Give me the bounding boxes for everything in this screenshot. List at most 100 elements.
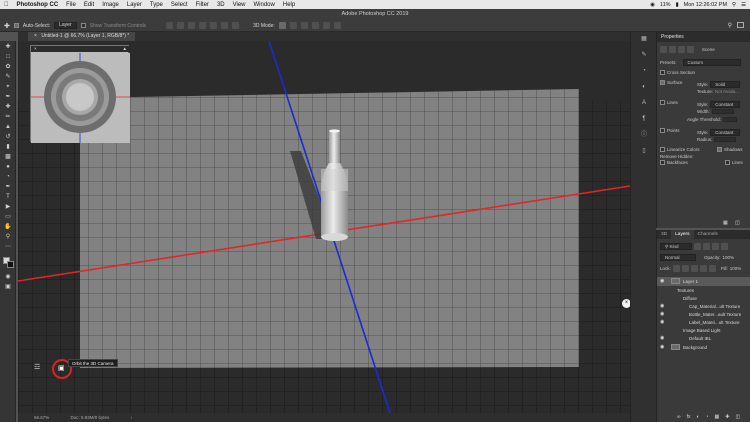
tab-layers[interactable]: Layers (671, 230, 694, 239)
color-panel-icon[interactable]: ◔ (640, 68, 648, 75)
close-secondary-view-icon[interactable]: × (34, 46, 37, 51)
layer-row[interactable]: ◉ Bottle_Mater...ault Texture (657, 311, 750, 318)
shadows-checkbox[interactable] (717, 147, 722, 152)
delete-icon[interactable]: ◫ (735, 220, 740, 226)
backfaces-checkbox[interactable] (660, 160, 665, 165)
roll-3d-icon[interactable] (289, 22, 297, 29)
lock-paint-icon[interactable] (681, 265, 689, 272)
zoom-tool-icon[interactable]: ⚲ (3, 233, 13, 241)
menu-app[interactable]: Photoshop CC (17, 2, 59, 8)
adjustments-panel-icon[interactable]: ◐ (640, 84, 648, 91)
lines-hidden-checkbox[interactable] (725, 160, 730, 165)
surface-style-dropdown[interactable]: Solid (710, 81, 741, 88)
eyedropper-tool-icon[interactable]: ✒ (3, 93, 13, 101)
video-camera-icon[interactable] (333, 22, 341, 29)
align-right-icon[interactable] (188, 22, 196, 29)
close-tab-icon[interactable]: × (34, 33, 37, 39)
lines-style-dropdown[interactable]: Constant (710, 101, 741, 108)
menu-list-icon[interactable]: ☰ (741, 2, 746, 8)
blur-tool-icon[interactable]: ● (3, 163, 13, 171)
battery-percent[interactable]: 11% (660, 2, 671, 8)
paragraph-panel-icon[interactable]: ¶ (640, 116, 648, 123)
light-icon[interactable] (678, 46, 685, 53)
cross-section-checkbox[interactable] (660, 70, 665, 75)
path-select-tool-icon[interactable]: ▶ (3, 203, 13, 211)
menu-3d[interactable]: 3D (217, 2, 225, 8)
lock-pixels-icon[interactable] (672, 265, 680, 272)
slide-3d-icon[interactable] (311, 22, 319, 29)
menu-filter[interactable]: Filter (196, 2, 209, 8)
3d-secondary-view[interactable]: × ▲ (30, 45, 130, 143)
align-top-icon[interactable] (199, 22, 207, 29)
glyphs-panel-icon[interactable]: ▯ (640, 148, 648, 155)
render-icon[interactable]: ▦ (723, 220, 728, 226)
menu-type[interactable]: Type (150, 2, 163, 8)
visibility-eye-icon[interactable]: ◉ (660, 343, 664, 352)
layer-row[interactable]: Image Based Light (657, 327, 750, 334)
pen-tool-icon[interactable]: ✒ (3, 183, 13, 191)
filter-shape-icon[interactable] (721, 243, 728, 250)
layer-row[interactable]: Diffuse (657, 295, 750, 302)
points-checkbox[interactable] (660, 128, 665, 133)
auto-select-checkbox[interactable] (13, 23, 19, 28)
dodge-tool-icon[interactable]: ◔ (3, 173, 13, 181)
wifi-icon[interactable]: ◉ (650, 2, 655, 8)
menu-file[interactable]: File (66, 2, 76, 8)
eraser-tool-icon[interactable]: ▮ (3, 143, 13, 151)
layer-row[interactable]: Textures (657, 287, 750, 294)
lock-all-icon[interactable] (708, 265, 716, 272)
search-icon[interactable]: ⚲ (732, 2, 736, 8)
adjustment-layer-icon[interactable]: ◔ (706, 414, 709, 420)
history-brush-tool-icon[interactable]: ↺ (3, 133, 13, 141)
new-layer-icon[interactable]: ✚ (725, 414, 729, 420)
doc-size[interactable]: Doc: 5.93M/0 bytes (71, 415, 110, 420)
pan-3d-icon[interactable] (300, 22, 308, 29)
camera-view-icon[interactable] (687, 46, 694, 53)
surface-checkbox[interactable] (660, 80, 665, 85)
brush-tool-icon[interactable]: ✏ (3, 113, 13, 121)
kind-filter-dropdown[interactable]: ⚲ Kind (660, 243, 692, 250)
info-panel-icon[interactable]: ⓘ (640, 132, 648, 139)
filter-adjust-icon[interactable] (703, 243, 710, 250)
workspace-icon[interactable] (737, 22, 744, 28)
angle-threshold-input[interactable] (722, 117, 737, 122)
visibility-eye-icon[interactable]: ◉ (660, 311, 664, 318)
properties-tab[interactable]: Properties (657, 32, 750, 42)
opacity-value[interactable]: 100% (723, 255, 735, 260)
transform-controls-checkbox[interactable] (80, 23, 86, 28)
align-middle-icon[interactable] (210, 22, 218, 29)
menu-window[interactable]: Window (254, 2, 275, 8)
visibility-eye-icon[interactable]: ◉ (660, 277, 664, 286)
move-tool-icon[interactable]: ✚ (4, 22, 10, 30)
orbit-3d-icon[interactable] (278, 22, 286, 29)
quick-mask-icon[interactable]: ◉ (3, 273, 13, 281)
3d-axis-widget[interactable]: ☲ (34, 363, 52, 377)
search-icon[interactable]: ⚲ (728, 22, 732, 29)
linearize-colors-checkbox[interactable] (660, 147, 665, 152)
clock[interactable]: Mon 12:26:02 PM (684, 2, 727, 8)
document-tab[interactable]: × Untitled-1 @ 66.7% (Layer 1, RGB/8*) * (28, 32, 136, 41)
menu-edit[interactable]: Edit (84, 2, 94, 8)
filter-pixel-icon[interactable] (694, 243, 701, 250)
delete-layer-icon[interactable]: ◫ (735, 414, 740, 420)
more-tools-icon[interactable]: ⋯ (3, 243, 13, 251)
clone-stamp-tool-icon[interactable]: ▲ (3, 123, 13, 131)
hand-tool-icon[interactable]: ✋ (3, 223, 13, 231)
battery-icon[interactable]: ▮ (676, 2, 679, 8)
visibility-eye-icon[interactable]: ◉ (660, 303, 664, 310)
type-tool-icon[interactable]: T (3, 193, 13, 201)
menu-image[interactable]: Image (102, 2, 119, 8)
history-panel-icon[interactable]: ▦ (640, 36, 648, 43)
layer-row[interactable]: ◉ Label_Materi...ult Texture (657, 319, 750, 326)
layer-row[interactable]: ◉ Layer 1 (657, 277, 750, 286)
healing-brush-tool-icon[interactable]: ✚ (3, 103, 13, 111)
brush-panel-icon[interactable]: ✎ (640, 52, 648, 59)
screen-mode-icon[interactable]: ▣ (3, 283, 13, 291)
expand-secondary-view-icon[interactable]: ▲ (123, 46, 127, 51)
tab-3d[interactable]: 3D (657, 230, 671, 239)
marquee-tool-icon[interactable]: □ (3, 53, 13, 61)
lines-width-input[interactable] (711, 109, 734, 114)
presets-dropdown[interactable]: Custom (682, 59, 741, 66)
link-layers-icon[interactable]: ∞ (677, 414, 681, 420)
blend-mode-dropdown[interactable]: Normal (660, 254, 696, 261)
